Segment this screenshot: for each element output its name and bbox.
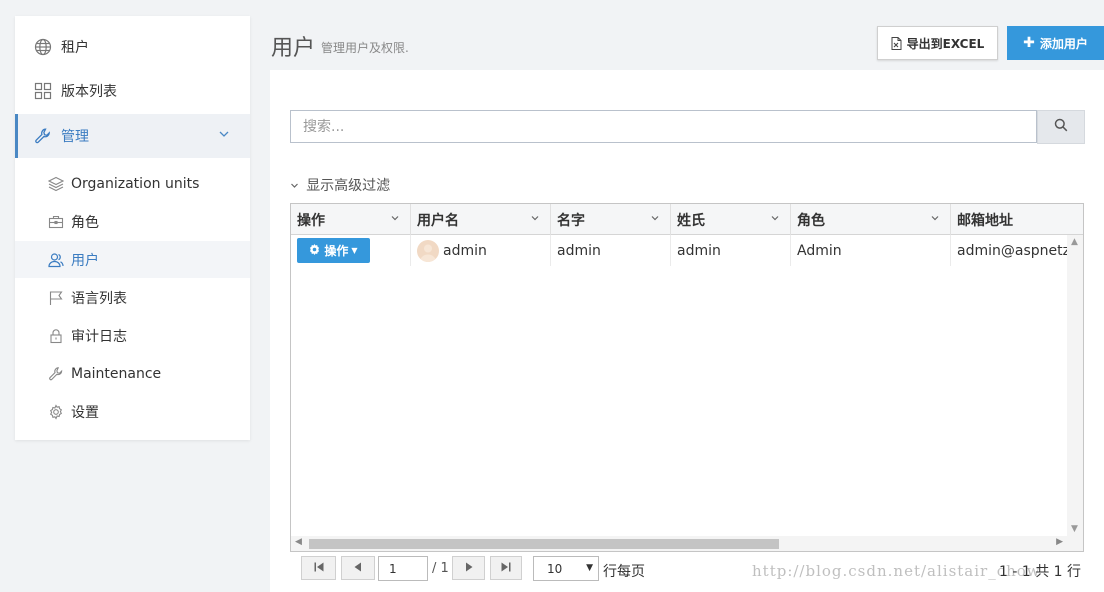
sidebar-item-audit-logs[interactable]: 审计日志 bbox=[15, 317, 250, 354]
page-title: 用户 bbox=[271, 36, 316, 61]
add-user-label: 添加用户 bbox=[1039, 36, 1088, 51]
sidebar-item-label: 语言列表 bbox=[71, 290, 127, 307]
first-page-icon bbox=[313, 561, 325, 576]
wrench-icon bbox=[33, 126, 53, 146]
sort-icon bbox=[930, 213, 940, 226]
add-user-button[interactable]: ✚ 添加用户 bbox=[1007, 26, 1104, 60]
next-page-icon bbox=[463, 561, 475, 576]
cell-email: admin@aspnetzero.com bbox=[957, 242, 1067, 259]
column-header-username[interactable]: 用户名 bbox=[411, 204, 551, 235]
wrench-icon bbox=[47, 365, 65, 383]
chevron-down-icon bbox=[290, 182, 302, 193]
last-page-icon bbox=[500, 561, 512, 576]
scrollbar-corner bbox=[1067, 536, 1083, 551]
column-header-surname[interactable]: 姓氏 bbox=[671, 204, 791, 235]
column-header-name[interactable]: 名字 bbox=[551, 204, 671, 235]
sidebar-item-settings[interactable]: 设置 bbox=[15, 393, 250, 430]
gear-icon bbox=[309, 243, 320, 258]
cell-username: admin bbox=[411, 235, 551, 266]
grid-icon bbox=[33, 81, 53, 101]
caret-down-icon: ▼ bbox=[586, 563, 593, 573]
column-header-actions[interactable]: 操作 bbox=[291, 204, 411, 235]
cell-actions: 操作 ▼ bbox=[291, 235, 411, 266]
next-page-button[interactable] bbox=[452, 556, 485, 580]
lock-icon bbox=[47, 327, 65, 345]
sidebar-item-label: 审计日志 bbox=[71, 328, 127, 345]
globe-icon bbox=[33, 37, 53, 57]
cell-surname: admin bbox=[671, 235, 791, 266]
briefcase-icon bbox=[47, 213, 65, 231]
sidebar-item-languages[interactable]: 语言列表 bbox=[15, 279, 250, 316]
export-excel-button[interactable]: 导出到EXCEL bbox=[877, 26, 998, 60]
sidebar-item-roles[interactable]: 角色 bbox=[15, 203, 250, 240]
sidebar-item-label: 租户 bbox=[61, 40, 89, 56]
sidebar-item-users[interactable]: 用户 bbox=[15, 241, 250, 278]
per-page-label: 行每页 bbox=[603, 564, 645, 580]
sidebar-item-maintenance[interactable]: Maintenance bbox=[15, 355, 250, 392]
column-header-roles[interactable]: 角色 bbox=[791, 204, 951, 235]
users-icon bbox=[47, 251, 65, 269]
sidebar-item-organization-units[interactable]: Organization units bbox=[15, 165, 250, 202]
scroll-up-icon[interactable]: ▲ bbox=[1071, 237, 1078, 247]
scroll-right-icon[interactable]: ▶ bbox=[1056, 537, 1063, 547]
first-page-button[interactable] bbox=[301, 556, 336, 580]
sort-icon bbox=[390, 213, 400, 226]
flag-icon bbox=[47, 289, 65, 307]
total-pages: / 1 bbox=[432, 561, 449, 576]
row-actions-button[interactable]: 操作 ▼ bbox=[297, 238, 370, 263]
sidebar-item-editions[interactable]: 版本列表 bbox=[15, 69, 250, 113]
horizontal-scrollbar[interactable]: ◀ ▶ bbox=[291, 536, 1067, 551]
sidebar-item-administration[interactable]: 管理 bbox=[15, 114, 250, 158]
search-button[interactable] bbox=[1037, 110, 1085, 144]
sidebar: 租户 版本列表 管理 Organization units 角色 用户 语言列表… bbox=[15, 16, 250, 440]
table-header: 操作 用户名 名字 姓氏 角色 邮箱地址 bbox=[291, 204, 1083, 235]
sidebar-item-label: 角色 bbox=[71, 214, 99, 231]
sidebar-item-label: 设置 bbox=[71, 404, 99, 421]
table-row: 操作 ▼ admin admin admin Admin admin@aspne… bbox=[291, 235, 1067, 266]
advanced-filter-label: 显示高级过滤 bbox=[306, 178, 391, 194]
sort-icon bbox=[770, 213, 780, 226]
sidebar-item-label: 版本列表 bbox=[61, 84, 117, 100]
gear-icon bbox=[47, 403, 65, 421]
users-table: 操作 用户名 名字 姓氏 角色 邮箱地址 操作 ▼ admin admin ad… bbox=[290, 203, 1084, 552]
export-excel-label: 导出到EXCEL bbox=[906, 36, 985, 51]
search-input[interactable] bbox=[290, 110, 1037, 143]
sort-icon bbox=[530, 213, 540, 226]
cell-roles: Admin bbox=[791, 235, 951, 266]
caret-down-icon: ▼ bbox=[351, 246, 358, 255]
search-icon bbox=[1054, 118, 1068, 136]
page-size-select[interactable]: 10 ▼ bbox=[533, 556, 599, 581]
sidebar-item-label: 管理 bbox=[61, 129, 89, 145]
sidebar-item-tenants[interactable]: 租户 bbox=[15, 25, 250, 69]
page-subtitle: 管理用户及权限. bbox=[321, 41, 409, 55]
chevron-down-icon bbox=[218, 128, 230, 144]
avatar bbox=[417, 239, 439, 262]
scroll-down-icon[interactable]: ▼ bbox=[1071, 524, 1078, 534]
sidebar-item-label: Organization units bbox=[71, 175, 200, 192]
vertical-scrollbar[interactable]: ▲ ▼ bbox=[1067, 235, 1083, 536]
advanced-filter-toggle[interactable]: 显示高级过滤 bbox=[290, 175, 390, 195]
sidebar-item-label: Maintenance bbox=[71, 365, 162, 382]
plus-icon: ✚ bbox=[1023, 35, 1035, 51]
previous-page-icon bbox=[352, 561, 364, 576]
page-number-input[interactable] bbox=[378, 556, 428, 581]
file-excel-icon bbox=[891, 36, 902, 50]
last-page-button[interactable] bbox=[490, 556, 522, 580]
sidebar-item-label: 用户 bbox=[71, 252, 99, 269]
scroll-left-icon[interactable]: ◀ bbox=[295, 537, 302, 547]
layers-icon bbox=[47, 175, 65, 193]
range-info: 1 - 1 共 1 行 bbox=[999, 564, 1082, 580]
scrollbar-thumb[interactable] bbox=[309, 539, 779, 549]
column-header-email[interactable]: 邮箱地址 bbox=[951, 204, 1083, 235]
previous-page-button[interactable] bbox=[341, 556, 375, 580]
sort-icon bbox=[650, 213, 660, 226]
watermark: http://blog.csdn.net/alistair_chow bbox=[752, 562, 1041, 580]
cell-name: admin bbox=[551, 235, 671, 266]
